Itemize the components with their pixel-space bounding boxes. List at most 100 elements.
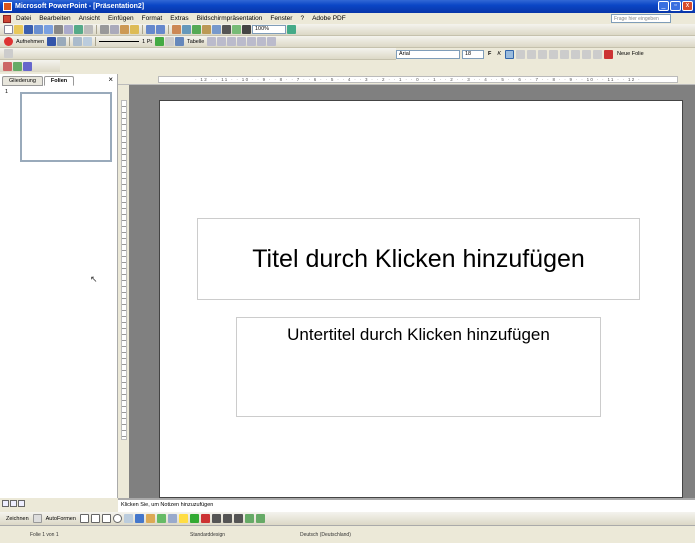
text-box-icon[interactable] <box>73 37 83 46</box>
menu-extras[interactable]: Extras <box>170 15 188 22</box>
paste-icon[interactable] <box>120 25 129 34</box>
new-slide-button[interactable]: Neue Folie <box>615 51 646 57</box>
line-weight-select[interactable]: 1 Pt <box>140 39 154 45</box>
split-cells-icon[interactable] <box>217 37 227 46</box>
distribute-rows-icon[interactable] <box>257 37 267 46</box>
fill-bucket-icon[interactable] <box>178 514 188 523</box>
font-size-select[interactable]: 18 <box>462 49 484 59</box>
slide-thumbnail[interactable] <box>20 92 112 162</box>
menu-datei[interactable]: Datei <box>16 15 31 22</box>
draw-menu-button[interactable]: Zeichnen <box>4 516 31 522</box>
menu-ansicht[interactable]: Ansicht <box>79 15 100 22</box>
wordart-icon[interactable] <box>83 37 93 46</box>
increase-indent-icon[interactable] <box>593 49 603 59</box>
wordart-icon[interactable] <box>134 514 144 523</box>
table-button[interactable]: Tabelle <box>185 39 206 45</box>
3d-icon[interactable] <box>255 514 265 523</box>
copy-icon[interactable] <box>110 25 119 34</box>
normal-view-icon[interactable] <box>2 500 9 507</box>
merge-cells-icon[interactable] <box>207 37 217 46</box>
cut-icon[interactable] <box>100 25 109 34</box>
help-icon[interactable] <box>287 25 296 34</box>
slide-icon[interactable] <box>3 61 12 71</box>
italic-button[interactable]: K <box>495 51 503 57</box>
fill-color-icon[interactable] <box>174 37 184 46</box>
grid-icon[interactable] <box>232 25 241 34</box>
bullets-icon[interactable] <box>571 49 581 59</box>
bold-button[interactable]: F <box>486 51 493 57</box>
permission-icon[interactable] <box>34 25 43 34</box>
oval-icon[interactable] <box>112 514 122 523</box>
shadow-icon[interactable] <box>244 514 254 523</box>
select-objects-icon[interactable] <box>32 514 42 523</box>
align-left-icon[interactable] <box>505 49 515 59</box>
print-preview-icon[interactable] <box>64 25 73 34</box>
autoshapes-button[interactable]: AutoFormen <box>44 516 78 522</box>
horizontal-ruler[interactable]: · 12 · · 11 · · 10 · · 9 · · 8 · · 7 · ·… <box>158 76 678 83</box>
line-style-draw-icon[interactable] <box>211 514 221 523</box>
zoom-select[interactable]: 100% <box>252 25 286 34</box>
menu-adobe-pdf[interactable]: Adobe PDF <box>312 15 346 22</box>
tables-borders-icon[interactable] <box>192 25 201 34</box>
expand-all-icon[interactable] <box>212 25 221 34</box>
redo-icon[interactable] <box>156 25 165 34</box>
menu-bearbeiten[interactable]: Bearbeiten <box>39 15 70 22</box>
insert-chart-icon[interactable] <box>172 25 181 34</box>
menu-bildschirmpraesentation[interactable]: Bildschirmpräsentation <box>197 15 263 22</box>
clipart-icon[interactable] <box>156 514 166 523</box>
close-button[interactable]: x <box>682 1 693 11</box>
arrow-style-icon[interactable] <box>233 514 243 523</box>
arrow-icon[interactable] <box>90 514 100 523</box>
font-color-icon[interactable] <box>604 49 614 59</box>
insert-hyperlink-icon[interactable] <box>202 25 211 34</box>
undo-icon[interactable] <box>146 25 155 34</box>
diagram-icon[interactable] <box>145 514 155 523</box>
open-folder-icon[interactable] <box>14 25 23 34</box>
slide-sorter-view-icon[interactable] <box>10 500 17 507</box>
line-icon[interactable] <box>79 514 89 523</box>
tab-gliederung[interactable]: Gliederung <box>2 76 43 86</box>
subtitle-placeholder[interactable]: Untertitel durch Klicken hinzufügen <box>236 317 601 417</box>
slideshow-view-icon[interactable] <box>18 500 25 507</box>
vertical-ruler[interactable] <box>121 100 127 440</box>
font-select[interactable]: Arial <box>396 49 460 59</box>
research-icon[interactable] <box>84 25 93 34</box>
menu-einfuegen[interactable]: Einfügen <box>108 15 134 22</box>
title-placeholder[interactable]: Titel durch Klicken hinzufügen <box>197 218 640 300</box>
border-icon[interactable] <box>164 37 174 46</box>
minimize-button[interactable]: _ <box>658 1 669 11</box>
layout-icon[interactable] <box>13 61 22 71</box>
menu-help[interactable]: ? <box>300 15 304 22</box>
decrease-indent-icon[interactable] <box>582 49 592 59</box>
dash-style-icon[interactable] <box>222 514 232 523</box>
menu-fenster[interactable]: Fenster <box>270 15 292 22</box>
pen-color-icon[interactable] <box>154 37 164 46</box>
align-center-icon[interactable] <box>516 49 526 59</box>
transition-icon[interactable] <box>23 61 32 71</box>
subscript-icon[interactable] <box>549 49 559 59</box>
tab-folien[interactable]: Folien <box>43 76 75 86</box>
new-file-icon[interactable] <box>4 25 13 34</box>
align-middle-icon[interactable] <box>237 37 247 46</box>
format-painter-icon[interactable] <box>130 25 139 34</box>
line-color-icon[interactable] <box>189 514 199 523</box>
maximize-button[interactable]: ▫ <box>670 1 681 11</box>
show-formatting-icon[interactable] <box>222 25 231 34</box>
spelling-icon[interactable] <box>74 25 83 34</box>
picture-icon[interactable] <box>167 514 177 523</box>
align-top-icon[interactable] <box>227 37 237 46</box>
menu-format[interactable]: Format <box>142 15 163 22</box>
textbox-icon[interactable] <box>123 514 133 523</box>
email-icon[interactable] <box>44 25 53 34</box>
color-grayscale-icon[interactable] <box>242 25 251 34</box>
distribute-columns-icon[interactable] <box>267 37 277 46</box>
line-style-icon[interactable] <box>99 41 140 42</box>
record-button[interactable]: Aufnehmen <box>14 39 46 45</box>
insert-table-icon[interactable] <box>182 25 191 34</box>
font-color-draw-icon[interactable] <box>200 514 210 523</box>
pane-close-icon[interactable]: × <box>108 75 113 84</box>
comment-icon[interactable] <box>47 37 57 46</box>
numbering-icon[interactable] <box>560 49 570 59</box>
superscript-icon[interactable] <box>538 49 548 59</box>
notes-pane[interactable]: Klicken Sie, um Notizen hinzuzufügen <box>118 498 695 512</box>
